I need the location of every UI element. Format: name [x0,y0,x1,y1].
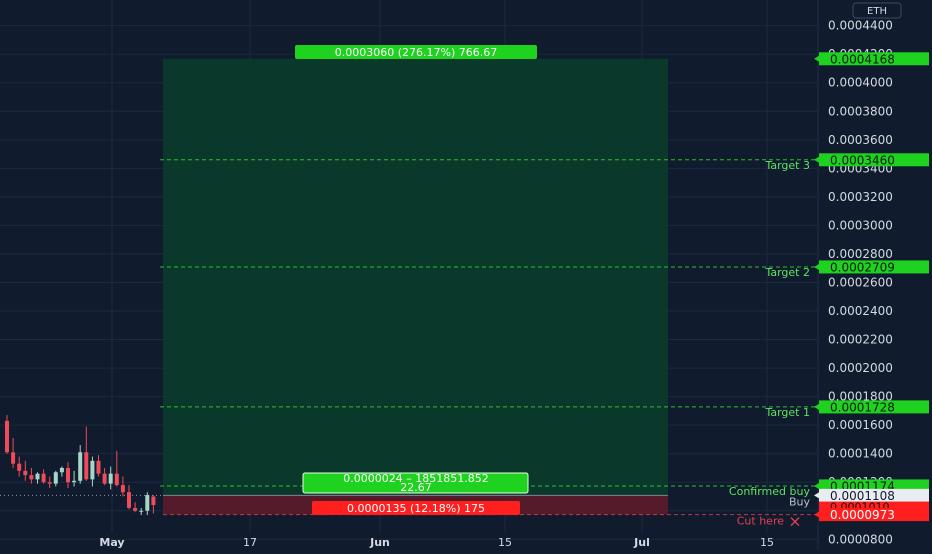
y-tick-label: 0.0000800 [828,532,893,546]
loss-label-text: 0.0000135 (12.18%) 175 [347,502,485,515]
cut-price-tag: 0.0000973 [814,508,929,522]
level-name: Target 2 [764,266,810,279]
y-tick-label: 0.0002000 [828,361,893,375]
level-price-tag: 0.0003460 [814,153,929,167]
cut-price-tag-text: 0.0000973 [830,508,895,522]
y-tick-label: 0.0001400 [828,447,893,461]
y-tick-label: 0.0003800 [828,104,893,118]
candle-body [108,473,113,484]
y-tick-label: 0.0002600 [828,275,893,289]
level-price-tag: 0.0002709 [814,260,929,274]
candle-body [151,496,156,506]
level-price-tag-text: 0.0003460 [830,153,895,167]
level-name: Cut here [737,515,784,528]
y-tick-label: 0.0004000 [828,76,893,90]
position-zones [163,58,668,515]
candle-body [35,473,40,480]
candle-body [84,452,89,480]
profit-zone [163,58,668,496]
y-tick-label: 0.0003200 [828,190,893,204]
y-tick-label: 0.0002800 [828,247,893,261]
candle-body [59,467,64,473]
level-price-tag-text: 0.0001728 [830,400,895,414]
level-name: Target 3 [764,159,810,172]
target-price-tag-text: 0.0004168 [830,52,895,66]
x-tick-label: 15 [498,536,512,549]
y-tick-label: 0.0004400 [828,19,893,33]
candle-body [29,475,34,480]
position-info-label: 0.0000024 – 1851851.85222.67 [302,472,529,494]
chart-container[interactable]: Target 3 Target 2 Target 1 Confirmed buy Cut… [0,0,932,550]
candle [5,415,9,454]
candle-body [47,482,52,484]
price-chart[interactable]: Target 3Target 2Target 1Confirmed buyCut… [0,0,932,550]
x-tick-label: Jun [369,536,390,549]
candle-body [17,463,22,471]
x-tick-label: 17 [243,536,257,549]
candle-body [133,507,138,511]
x-tick-label: 15 [760,536,774,549]
loss-label: 0.0000135 (12.18%) 175 [312,501,520,515]
candle-body [23,470,28,476]
candle-body [114,473,119,486]
candle-body [5,420,9,453]
candle-body [127,492,131,508]
profit-label: 0.0003060 (276.17%) 766.67 [295,45,537,59]
candle-body [41,473,46,483]
candle-body [120,485,125,493]
y-tick-label: 0.0001600 [828,418,893,432]
candle-body [96,460,101,474]
target-price-tag: 0.0004168 [814,52,929,66]
candle-body [102,473,107,484]
candle-body [139,510,144,512]
candle-body [78,452,83,481]
y-tick-label: 0.0003600 [828,133,893,147]
entry-name: Buy [789,495,811,508]
candle-body [72,480,77,483]
level-price-tag: 0.0001728 [814,400,929,414]
currency-badge: ETH [852,2,902,19]
candle-body [145,495,150,511]
profit-label-text: 0.0003060 (276.17%) 766.67 [335,46,498,59]
y-tick-label: 0.0002200 [828,333,893,347]
x-tick-label: Jul [633,536,650,549]
candle-body [11,452,16,464]
y-tick-label: 0.0003000 [828,218,893,232]
level-price-tag-text: 0.0002709 [830,260,895,274]
x-tick-label: May [99,536,124,549]
candle-body [53,472,58,484]
position-info-line2: 22.67 [400,481,432,494]
currency-label: ETH [867,6,887,17]
y-tick-label: 0.0002400 [828,304,893,318]
level-name: Target 1 [764,406,810,419]
candle-body [90,460,95,480]
candle-body [66,467,70,483]
